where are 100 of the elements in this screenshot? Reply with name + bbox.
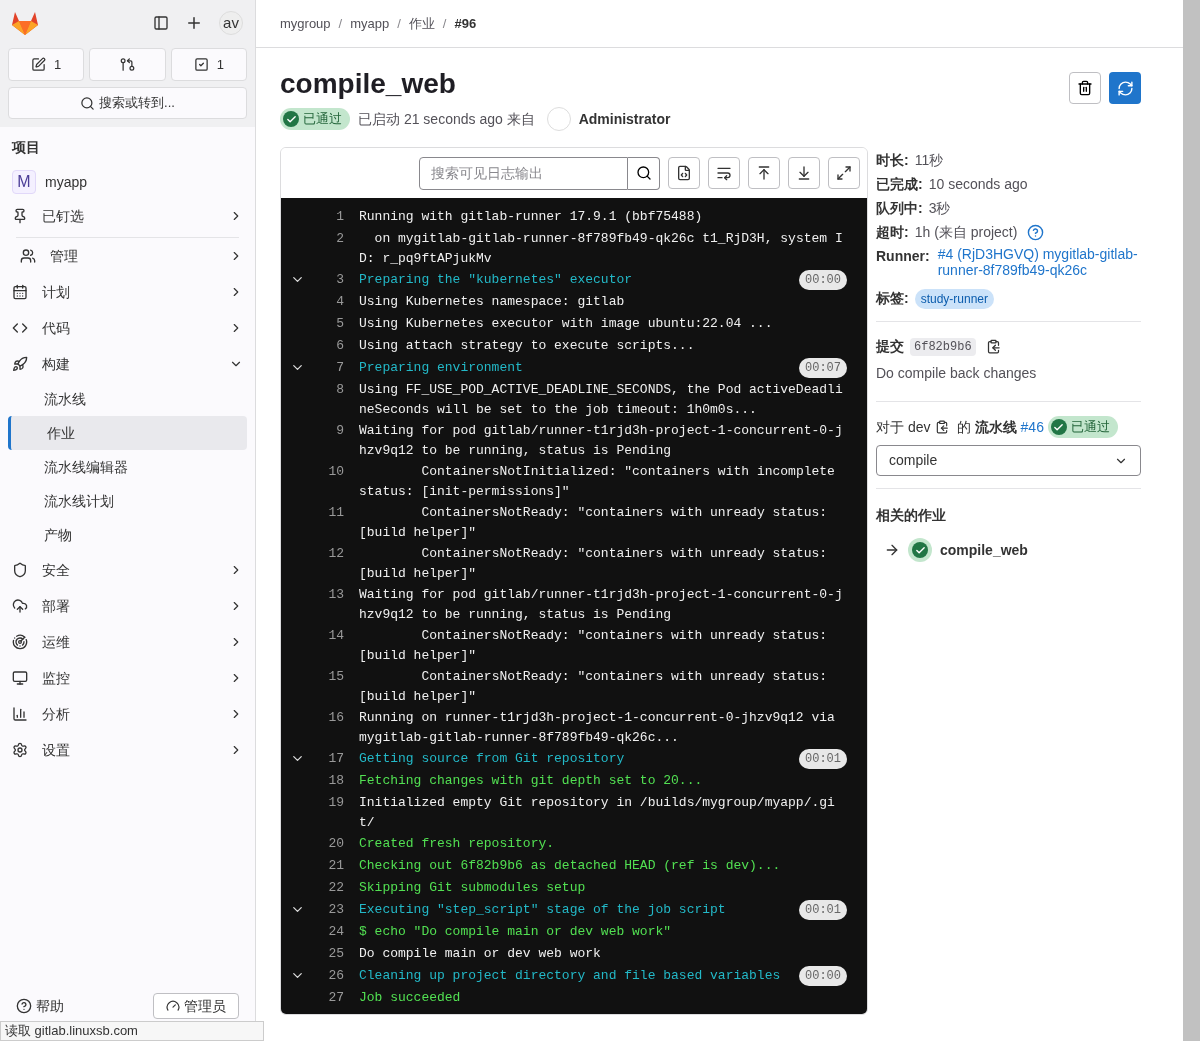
related-job-link[interactable]: compile_web xyxy=(884,538,1141,562)
breadcrumb-link[interactable]: mygroup xyxy=(280,13,331,34)
field-label: 队列中: xyxy=(876,198,923,218)
log-search-field[interactable]: 搜索可见日志输出 xyxy=(419,156,628,190)
calendar-icon xyxy=(12,284,28,300)
line-number: 14 xyxy=(327,627,344,645)
nav-subitem[interactable]: 流水线 xyxy=(8,382,247,416)
breadcrumb-separator: / xyxy=(442,14,447,33)
stage-dropdown[interactable]: compile xyxy=(876,445,1141,476)
success-icon xyxy=(283,111,299,127)
copy-icon[interactable] xyxy=(934,420,949,434)
shield-icon xyxy=(12,562,28,578)
line-number: 5 xyxy=(335,315,344,333)
search-icon xyxy=(80,95,96,111)
branch-link[interactable]: dev xyxy=(908,416,931,438)
line-number: 3 xyxy=(335,271,344,289)
field-label: 时长: xyxy=(876,150,909,170)
field-label: Runner: xyxy=(876,247,930,266)
nav-item[interactable]: 计划 xyxy=(8,274,247,310)
copy-icon[interactable] xyxy=(985,339,1001,354)
fullscreen-icon xyxy=(836,165,852,181)
log-line: Executing "step_script" stage of the job script xyxy=(359,901,727,919)
nav-subitem[interactable]: 流水线计划 xyxy=(8,484,247,518)
admin-button[interactable]: 管理员 xyxy=(153,993,239,1019)
help-icon xyxy=(16,998,32,1014)
raw-log-button[interactable] xyxy=(668,157,700,189)
duration-badge: 00:01 xyxy=(799,749,847,769)
success-icon xyxy=(1050,419,1067,435)
line-number: 16 xyxy=(327,709,344,727)
nav-item[interactable]: 已钉选 xyxy=(8,198,247,234)
nav-item[interactable]: 监控 xyxy=(8,660,247,696)
project-link[interactable]: M myapp xyxy=(8,166,247,198)
sidebar-toggle-icon[interactable] xyxy=(153,15,169,31)
nav-subitem[interactable]: 流水线编辑器 xyxy=(8,450,247,484)
log-line: Skipping Git submodules setup xyxy=(359,879,587,897)
delete-button[interactable] xyxy=(1069,72,1101,104)
commit-label: 提交 xyxy=(876,337,904,356)
status-badge: 已通过 xyxy=(280,108,350,130)
nav-subitem[interactable]: 作业 xyxy=(8,416,247,450)
nav-item[interactable]: 管理 xyxy=(8,238,247,274)
log-line: Preparing environment xyxy=(359,359,524,377)
line-number: 23 xyxy=(327,901,344,919)
fox-logo[interactable] xyxy=(11,10,39,36)
log-line: ContainersNotReady: "containers with unready status: [build helper]" xyxy=(359,627,829,665)
search-button[interactable] xyxy=(628,156,660,190)
line-number: 1 xyxy=(335,208,344,226)
line-number: 4 xyxy=(335,293,344,311)
line-number: 24 xyxy=(327,923,344,941)
pipeline-label: 流水线 xyxy=(974,417,1017,437)
counter-button[interactable]: 1 xyxy=(170,48,247,81)
breadcrumb-link[interactable]: myapp xyxy=(350,13,390,34)
nav-subitem[interactable]: 产物 xyxy=(8,518,247,552)
field-value: 1h (来自 project) xyxy=(914,222,1018,242)
counter-button[interactable]: 1 xyxy=(8,48,85,81)
counter-button[interactable] xyxy=(89,48,166,81)
scrollbar[interactable] xyxy=(1183,0,1200,1041)
breadcrumb-link[interactable]: #96 xyxy=(454,13,477,34)
users-icon xyxy=(20,248,36,264)
raw-log-icon xyxy=(676,165,692,181)
status-badge: 已通过 xyxy=(1047,416,1118,438)
commit-sha[interactable]: 6f82b9b6 xyxy=(910,337,976,356)
line-number: 6 xyxy=(335,337,344,355)
nav-item[interactable]: 设置 xyxy=(8,732,247,768)
fullscreen-button[interactable] xyxy=(828,157,860,189)
breadcrumb-link[interactable]: 作业 xyxy=(408,13,435,34)
wrap-button[interactable] xyxy=(708,157,740,189)
duration-badge: 00:01 xyxy=(799,900,847,920)
log-line: Preparing the "kubernetes" executor xyxy=(359,271,634,289)
merge-request-icon xyxy=(120,57,135,72)
help-icon[interactable] xyxy=(1027,223,1045,241)
pipeline-link[interactable]: #46 xyxy=(1020,416,1044,438)
wrap-icon xyxy=(716,165,732,181)
trash-icon xyxy=(1077,80,1093,96)
log-line: Using attach strategy to execute scripts... xyxy=(359,337,696,355)
arrow-right-icon xyxy=(884,542,900,558)
nav-item[interactable]: 代码 xyxy=(8,310,247,346)
log-line: Do compile main or dev web work xyxy=(359,945,602,963)
line-number: 20 xyxy=(327,835,344,853)
scroll-bottom-button[interactable] xyxy=(788,157,820,189)
nav-item[interactable]: 运维 xyxy=(8,624,247,660)
scroll-top-button[interactable] xyxy=(748,157,780,189)
settings-icon xyxy=(12,742,28,758)
log-line: Created fresh repository. xyxy=(359,835,556,853)
duration-badge: 00:00 xyxy=(799,270,847,290)
user-avatar[interactable]: av xyxy=(219,11,243,35)
line-number: 13 xyxy=(327,586,344,604)
search-button[interactable]: 搜索或转到... xyxy=(8,87,247,119)
field-label: 标签: xyxy=(876,289,909,308)
nav-item[interactable]: 构建 xyxy=(8,346,247,382)
todo-icon xyxy=(193,57,209,72)
retry-button[interactable] xyxy=(1109,72,1141,104)
nav-item[interactable]: 部署 xyxy=(8,588,247,624)
nav-item[interactable]: 安全 xyxy=(8,552,247,588)
user-link[interactable]: Administrator xyxy=(578,108,671,130)
plus-icon[interactable] xyxy=(185,14,203,32)
gauge-icon xyxy=(166,999,180,1013)
runner-link[interactable]: #4 (RjD3HGVQ) mygitlab-gitlab-runner-8f789fb49-qk26c xyxy=(937,246,1141,278)
pin-icon xyxy=(12,208,28,224)
nav-item[interactable]: 分析 xyxy=(8,696,247,732)
help-link[interactable]: 帮助 xyxy=(16,995,64,1017)
